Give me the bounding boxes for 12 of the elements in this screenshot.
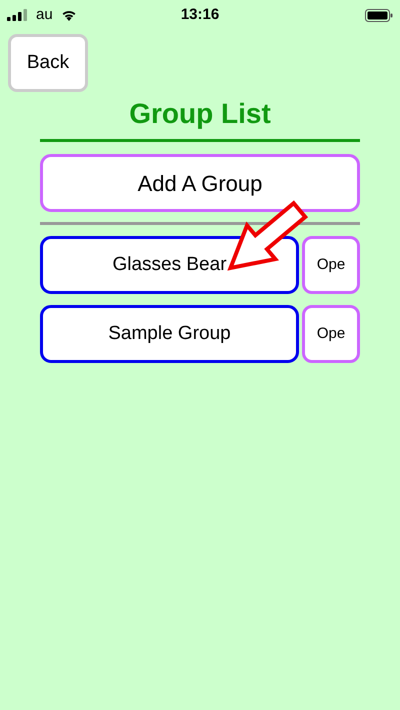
group-button[interactable]: Sample Group — [40, 305, 299, 363]
group-button[interactable]: Glasses Bear — [40, 236, 299, 294]
battery-icon — [365, 8, 393, 22]
carrier-label: au — [36, 4, 53, 25]
open-button[interactable]: Ope — [302, 236, 360, 294]
wifi-icon — [60, 9, 77, 21]
open-button[interactable]: Ope — [302, 305, 360, 363]
back-button[interactable]: Back — [8, 34, 88, 92]
page-title: Group List — [128, 97, 272, 131]
add-group-button[interactable]: Add A Group — [40, 154, 360, 212]
signal-icon — [7, 9, 28, 21]
clock-time: 13:16 — [180, 4, 220, 25]
